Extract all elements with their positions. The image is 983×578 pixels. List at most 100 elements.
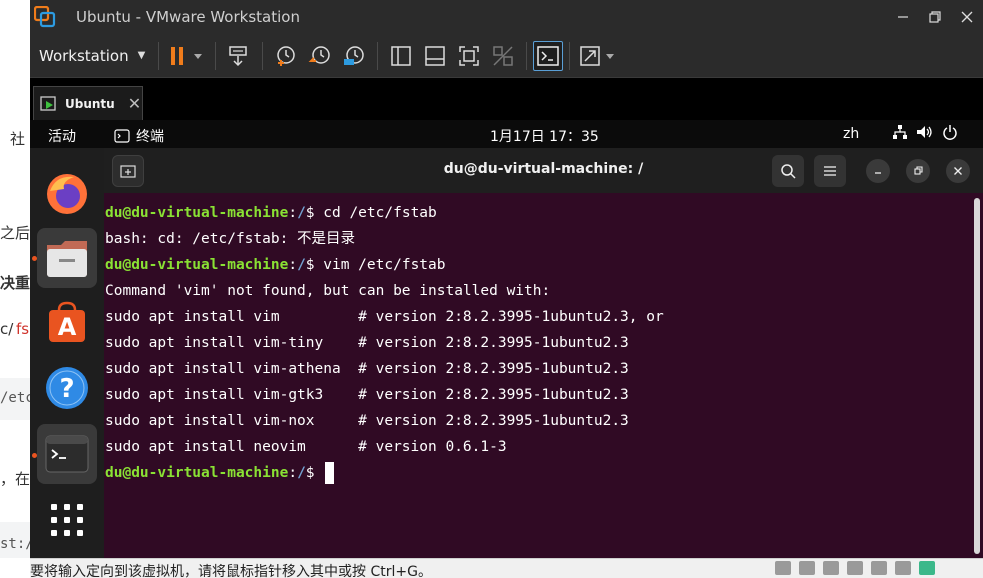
close-icon: [961, 11, 973, 23]
pause-button[interactable]: [165, 39, 209, 73]
system-tray[interactable]: [892, 124, 958, 140]
hard-disk-icon[interactable]: [775, 561, 791, 575]
background-link[interactable]: fs: [16, 320, 29, 338]
vmware-toolbar: Workstation ▼: [30, 34, 983, 78]
firefox-icon: [47, 174, 87, 214]
chevron-down-icon: ▼: [137, 50, 146, 61]
terminal-maximize-button[interactable]: [906, 159, 930, 183]
prompt-separator: :: [288, 465, 298, 481]
toolbar-divider: [262, 41, 264, 70]
thumbnail-bar-button[interactable]: [418, 39, 452, 73]
terminal-output[interactable]: du@du-virtual-machine:/$ cd /etc/fstab ba…: [105, 200, 965, 486]
restore-icon: [914, 166, 923, 175]
prompt-symbol: $: [305, 465, 324, 481]
ubuntu-dock: A ?: [30, 148, 104, 558]
printer-icon[interactable]: [895, 561, 911, 575]
toolbar-divider: [377, 41, 379, 70]
toolbar-divider: [526, 41, 528, 70]
prompt-user: du@du-virtual-machine: [105, 257, 289, 273]
power-icon: [943, 125, 957, 140]
sound-card-icon[interactable]: [871, 561, 887, 575]
snapshot-manager-button[interactable]: [337, 39, 371, 73]
close-tab-icon[interactable]: ✕: [128, 94, 141, 113]
console-view-button[interactable]: [533, 40, 564, 71]
dock-item-help[interactable]: ?: [37, 358, 97, 418]
prompt-symbol: $: [305, 257, 324, 273]
terminal-output-line: bash: cd: /etc/fstab: 不是目录: [105, 231, 356, 247]
terminal-prompt-line: du@du-virtual-machine:/$ cd /etc/fstab: [105, 200, 965, 226]
background-code: /etc: [0, 390, 30, 406]
tab-ubuntu[interactable]: Ubuntu ✕: [33, 86, 143, 120]
terminal-headerbar[interactable]: du@du-virtual-machine: /: [104, 148, 983, 193]
restore-button[interactable]: [919, 0, 951, 34]
background-text: c/: [0, 320, 14, 338]
dock-item-terminal[interactable]: [37, 424, 97, 484]
vm-tab-icon: [40, 95, 56, 111]
minimize-button[interactable]: [887, 0, 919, 34]
terminal-icon: [45, 435, 89, 473]
tab-label: Ubuntu: [65, 96, 115, 111]
terminal-menu-button[interactable]: [814, 155, 846, 187]
hamburger-menu-icon: [824, 166, 836, 176]
gnome-top-bar: 活动 终端 1月17日 17：35 zh: [30, 120, 983, 148]
terminal-scrollbar[interactable]: [974, 198, 980, 554]
usb-icon[interactable]: [847, 561, 863, 575]
snapshot-take-icon: [277, 45, 296, 66]
toolbar-divider: [569, 41, 571, 70]
terminal-search-button[interactable]: [772, 155, 804, 187]
show-library-button[interactable]: [384, 39, 418, 73]
activities-button[interactable]: 活动: [48, 126, 76, 146]
revert-snapshot-button[interactable]: [303, 39, 337, 73]
take-snapshot-button[interactable]: [269, 39, 303, 73]
cd-rom-icon[interactable]: [799, 561, 815, 575]
running-indicator: [32, 453, 37, 458]
workstation-menu[interactable]: Workstation ▼: [39, 47, 145, 65]
restore-icon: [929, 11, 941, 23]
network-adapter-icon[interactable]: [823, 561, 839, 575]
svg-text:A: A: [58, 313, 77, 341]
dock-item-files[interactable]: [37, 228, 97, 288]
close-button[interactable]: [951, 0, 983, 34]
window-titlebar[interactable]: Ubuntu - VMware Workstation: [30, 0, 983, 34]
dock-item-show-apps[interactable]: [37, 490, 97, 550]
terminal-minimize-button[interactable]: [866, 159, 890, 183]
device-indicators: [775, 561, 935, 575]
vmware-tools-icon[interactable]: [919, 561, 935, 575]
terminal-output-line: sudo apt install neovim # version 0.6.1-…: [105, 439, 507, 455]
prompt-symbol: $: [305, 205, 324, 221]
vmware-app-icon: [33, 5, 56, 28]
software-icon: A: [49, 301, 85, 342]
snapshot-manager-icon: [344, 45, 365, 65]
prompt-path: /: [297, 465, 306, 481]
snapshot-revert-icon: [308, 45, 331, 64]
terminal-small-icon: [114, 129, 130, 143]
full-screen-button[interactable]: [452, 39, 486, 73]
background-text: 社: [10, 130, 26, 148]
background-text: 之后: [0, 224, 30, 242]
dock-item-firefox[interactable]: [37, 164, 97, 224]
svg-text:?: ?: [59, 374, 74, 404]
stretch-guest-button[interactable]: [576, 39, 620, 73]
stretch-icon: [580, 45, 615, 66]
prompt-user: du@du-virtual-machine: [105, 205, 289, 221]
clock[interactable]: 1月17日 17：35: [490, 126, 599, 146]
dock-item-software[interactable]: A: [37, 292, 97, 352]
terminal-output-line: sudo apt install vim # version 2:8.2.399…: [105, 309, 664, 325]
send-ctrl-alt-del-button[interactable]: [222, 39, 256, 73]
terminal-output-line: sudo apt install vim-tiny # version 2:8.…: [105, 335, 629, 351]
toolbar-divider: [215, 41, 217, 70]
terminal-output-line: sudo apt install vim-nox # version 2:8.2…: [105, 413, 629, 429]
background-page: 社 之后 决重 c/ fs /etc ，在 st:/: [0, 0, 30, 578]
background-text: 决重: [0, 274, 30, 292]
prompt-path: /: [297, 205, 306, 221]
app-menu[interactable]: 终端: [114, 126, 164, 146]
prompt-separator: :: [288, 205, 298, 221]
unity-button[interactable]: [486, 39, 520, 73]
background-code: st:/: [0, 536, 30, 552]
text-cursor: [325, 462, 335, 484]
guest-screen[interactable]: 活动 终端 1月17日 17：35 zh A ? du@du-virtual-m…: [30, 120, 983, 558]
terminal-window[interactable]: du@du-virtual-machine: / du@du-virtual-m…: [104, 148, 983, 558]
terminal-close-button[interactable]: [946, 159, 970, 183]
input-method-indicator[interactable]: zh: [843, 126, 859, 142]
prompt-separator: :: [288, 257, 298, 273]
